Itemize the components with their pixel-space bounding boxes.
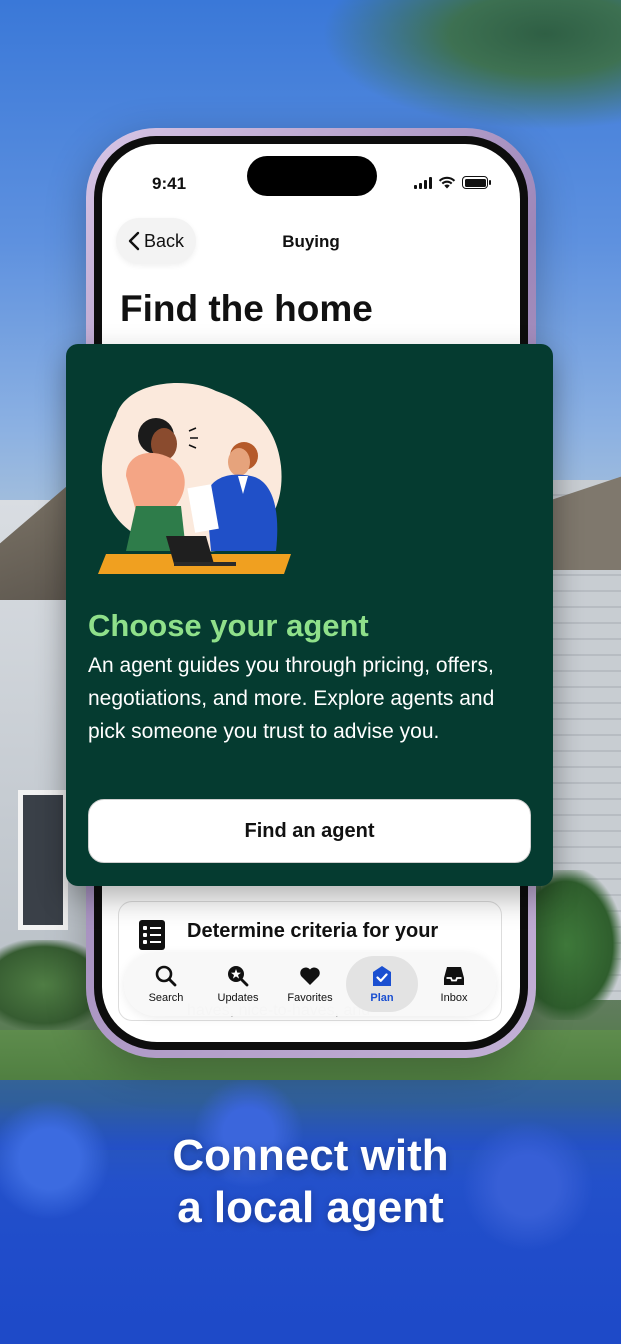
find-agent-button[interactable]: Find an agent <box>88 799 531 863</box>
task-title: Determine criteria for your <box>187 920 439 942</box>
heart-icon <box>300 967 320 985</box>
nav-bar: Back Buying <box>102 216 520 272</box>
tab-search[interactable]: Search <box>130 956 202 1012</box>
tab-favorites[interactable]: Favorites <box>274 956 346 1012</box>
background-foliage <box>321 0 621 130</box>
page-title: Find the home <box>120 288 373 329</box>
house-window <box>18 790 68 930</box>
agent-card: Choose your agent An agent guides you th… <box>66 344 553 886</box>
updates-icon <box>228 966 249 987</box>
agent-card-title: Choose your agent <box>88 608 369 643</box>
status-icons <box>414 176 491 189</box>
wifi-icon <box>438 176 456 189</box>
search-icon <box>155 965 177 987</box>
tagline-line-2: a local agent <box>177 1183 444 1232</box>
tab-inbox[interactable]: Inbox <box>418 956 490 1012</box>
plan-icon <box>373 966 391 986</box>
tab-plan[interactable]: Plan <box>346 956 418 1012</box>
tab-bar: Search Updates Favorites Plan Inbox <box>124 952 496 1016</box>
agent-card-description: An agent guides you through pricing, off… <box>88 654 495 743</box>
agent-meeting-illustration <box>98 383 291 574</box>
inbox-icon <box>444 967 464 985</box>
checklist-icon <box>139 920 165 950</box>
tab-label: Favorites <box>287 992 333 1004</box>
dynamic-island <box>247 156 377 196</box>
battery-icon <box>462 176 491 189</box>
tab-label: Inbox <box>440 992 468 1004</box>
tab-updates[interactable]: Updates <box>202 956 274 1012</box>
signal-icon <box>414 176 432 189</box>
tab-label: Plan <box>370 992 394 1004</box>
tagline-line-1: Connect with <box>172 1131 449 1180</box>
tab-label: Search <box>148 992 184 1004</box>
nav-title: Buying <box>282 232 340 251</box>
tab-label: Updates <box>217 992 259 1004</box>
marketing-tagline: Connect with a local agent <box>0 1130 621 1234</box>
status-time: 9:41 <box>152 174 187 193</box>
